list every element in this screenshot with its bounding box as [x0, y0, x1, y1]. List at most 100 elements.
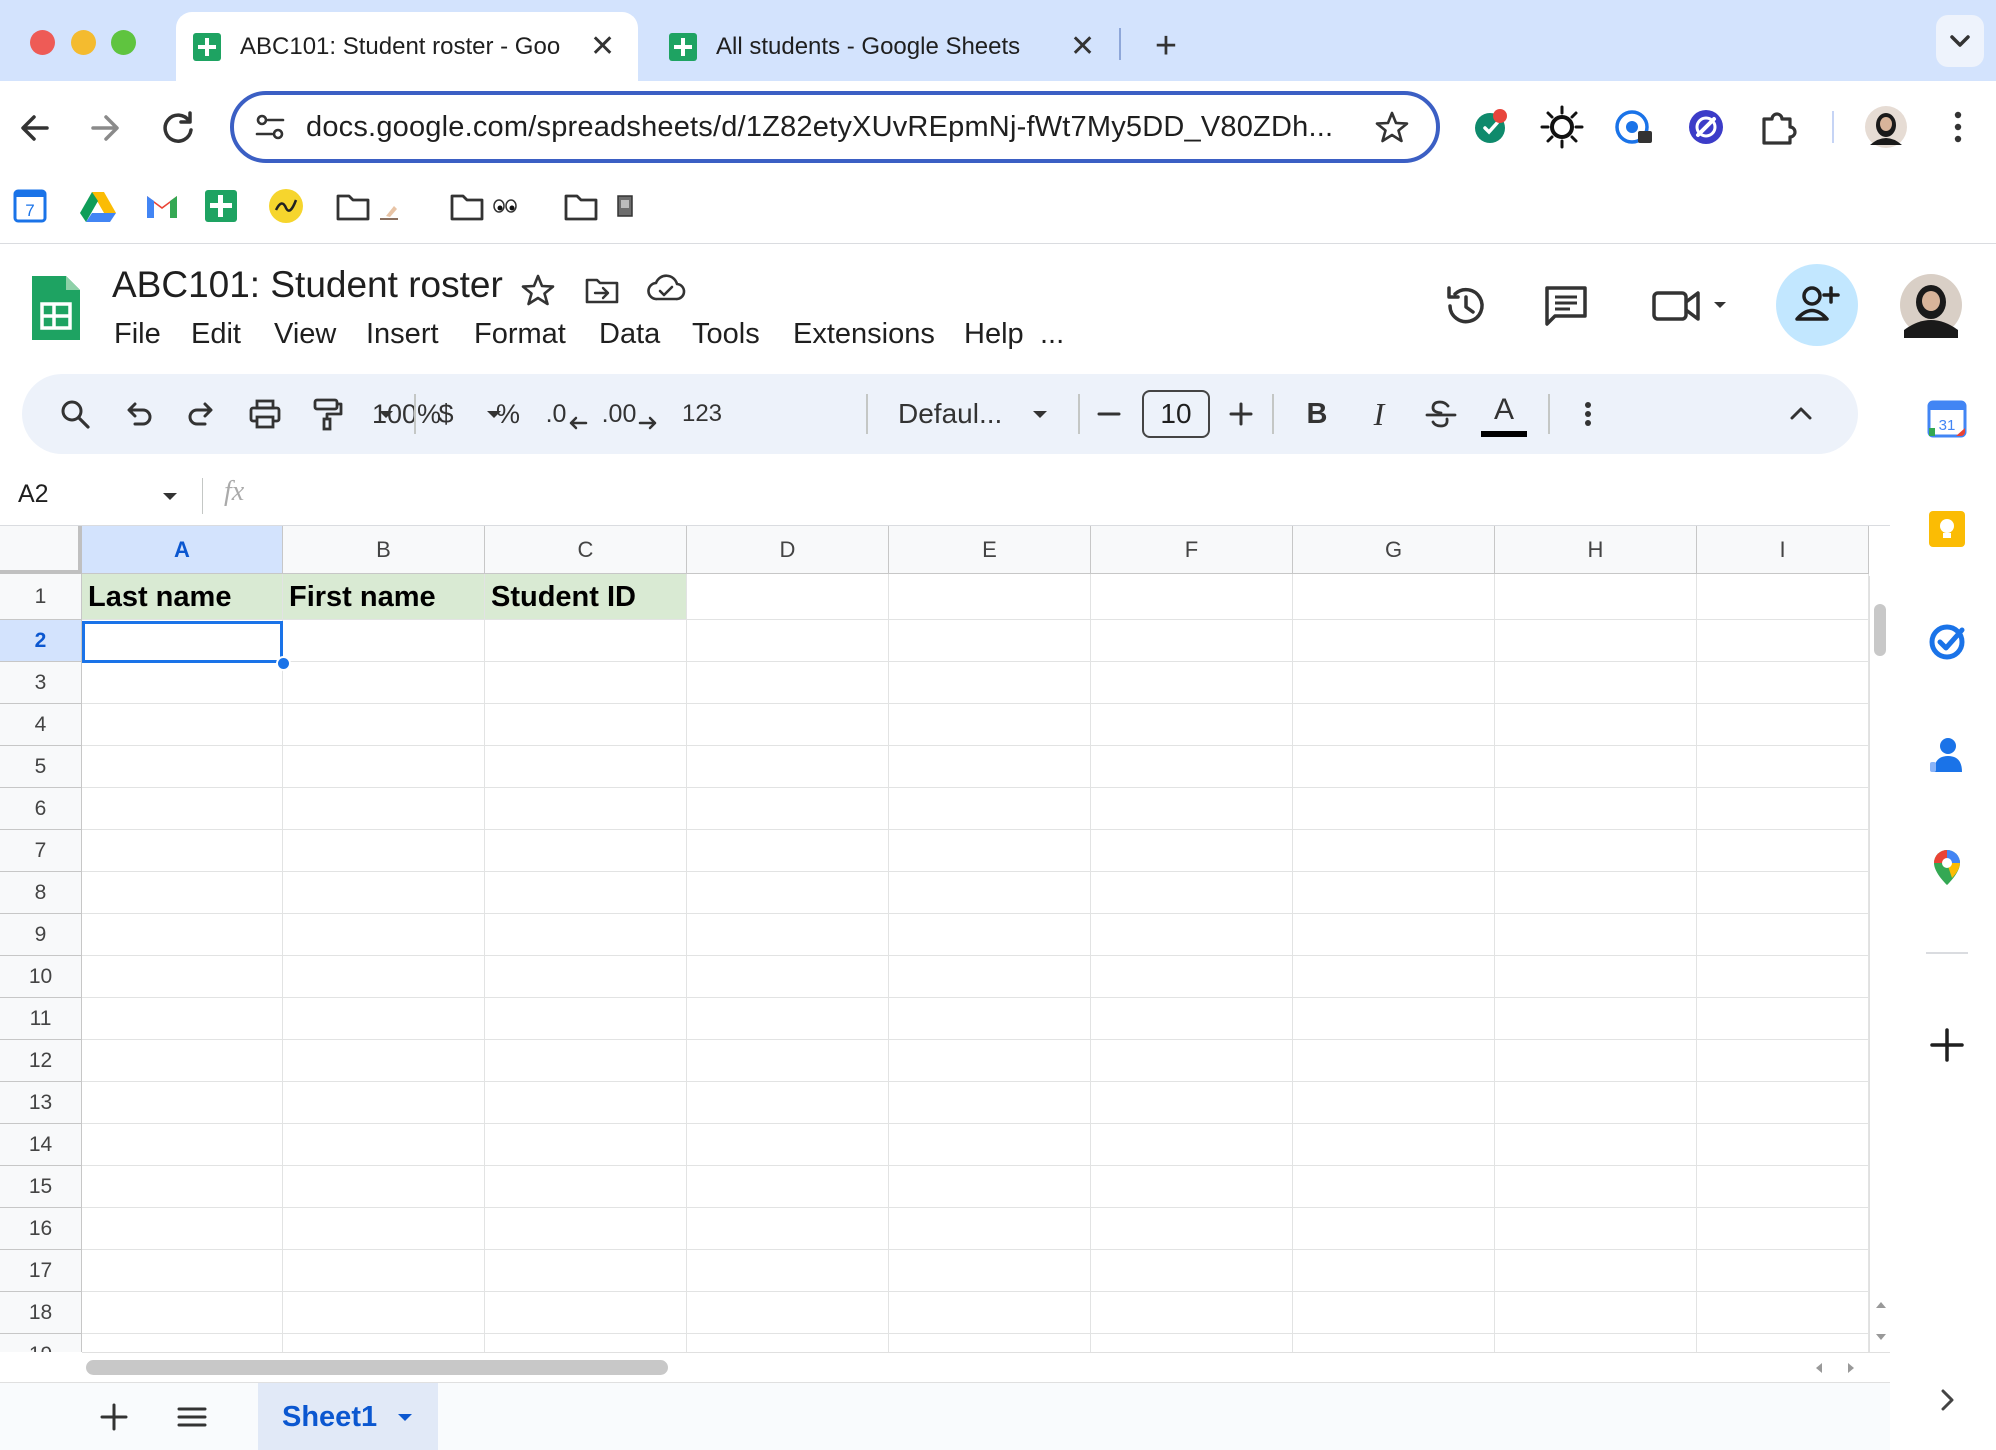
star-icon[interactable] — [1374, 109, 1410, 145]
cell-a17[interactable] — [82, 1250, 283, 1292]
row-header-12[interactable]: 12 — [0, 1040, 82, 1082]
cell-h14[interactable] — [1495, 1124, 1697, 1166]
name-box-caret-icon[interactable] — [160, 486, 180, 506]
cell-f11[interactable] — [1091, 998, 1293, 1040]
row-header-15[interactable]: 15 — [0, 1166, 82, 1208]
menu-help[interactable]: Help — [964, 318, 1024, 351]
menu-edit[interactable]: Edit — [191, 318, 241, 351]
cell-f1[interactable] — [1091, 574, 1293, 620]
cell-i4[interactable] — [1697, 704, 1869, 746]
more-vertical-icon[interactable] — [1934, 103, 1982, 151]
grammar-extension-icon[interactable] — [1466, 103, 1514, 151]
maps-side-icon[interactable] — [1926, 846, 1968, 888]
keep-side-icon[interactable] — [1926, 508, 1968, 550]
cell-d19[interactable] — [687, 1334, 889, 1352]
bookmark-folder-2[interactable] — [448, 186, 528, 226]
cell-d14[interactable] — [687, 1124, 889, 1166]
cell-b10[interactable] — [283, 956, 485, 998]
address-bar[interactable]: docs.google.com/spreadsheets/d/1Z82etyXU… — [230, 91, 1440, 163]
close-icon[interactable]: ✕ — [1070, 29, 1095, 64]
scroll-down-icon[interactable] — [1874, 1330, 1888, 1344]
back-button[interactable] — [10, 103, 60, 153]
cell-d1[interactable] — [687, 574, 889, 620]
cell-c8[interactable] — [485, 872, 687, 914]
cell-h1[interactable] — [1495, 574, 1697, 620]
menu-view[interactable]: View — [274, 318, 336, 351]
cell-i16[interactable] — [1697, 1208, 1869, 1250]
cell-g14[interactable] — [1293, 1124, 1495, 1166]
bold-button[interactable]: B — [1294, 374, 1340, 454]
cell-i18[interactable] — [1697, 1292, 1869, 1334]
row-header-2[interactable]: 2 — [0, 620, 82, 662]
cell-b13[interactable] — [283, 1082, 485, 1124]
cell-d11[interactable] — [687, 998, 889, 1040]
cell-e3[interactable] — [889, 662, 1091, 704]
cell-a1[interactable]: Last name — [82, 574, 283, 620]
row-header-16[interactable]: 16 — [0, 1208, 82, 1250]
cell-g16[interactable] — [1293, 1208, 1495, 1250]
cell-b9[interactable] — [283, 914, 485, 956]
tab-search-button[interactable] — [1936, 15, 1984, 67]
cell-b14[interactable] — [283, 1124, 485, 1166]
cell-e6[interactable] — [889, 788, 1091, 830]
vertical-scroll-thumb[interactable] — [1874, 604, 1886, 656]
cell-a19[interactable] — [82, 1334, 283, 1352]
comments-icon[interactable] — [1540, 280, 1592, 332]
cell-a12[interactable] — [82, 1040, 283, 1082]
row-header-14[interactable]: 14 — [0, 1124, 82, 1166]
window-close-button[interactable] — [30, 30, 55, 55]
row-header-5[interactable]: 5 — [0, 746, 82, 788]
row-header-13[interactable]: 13 — [0, 1082, 82, 1124]
cell-a9[interactable] — [82, 914, 283, 956]
column-header-c[interactable]: C — [485, 526, 687, 574]
font-size-input[interactable]: 10 — [1142, 390, 1210, 438]
cell-d16[interactable] — [687, 1208, 889, 1250]
scribble-bookmark-icon[interactable] — [266, 186, 306, 226]
cell-a15[interactable] — [82, 1166, 283, 1208]
hide-menus-button[interactable] — [1778, 374, 1824, 454]
cell-g13[interactable] — [1293, 1082, 1495, 1124]
cell-f7[interactable] — [1091, 830, 1293, 872]
undo-button[interactable] — [116, 374, 162, 454]
browser-tab-roster[interactable]: ABC101: Student roster - Goo ✕ — [176, 12, 638, 81]
profile-avatar[interactable] — [1862, 103, 1910, 151]
cell-a6[interactable] — [82, 788, 283, 830]
column-header-a[interactable]: A — [82, 526, 283, 574]
cell-i8[interactable] — [1697, 872, 1869, 914]
increase-font-size-button[interactable] — [1218, 374, 1264, 454]
cell-h7[interactable] — [1495, 830, 1697, 872]
cell-i12[interactable] — [1697, 1040, 1869, 1082]
cell-i17[interactable] — [1697, 1250, 1869, 1292]
scroll-right-icon[interactable] — [1844, 1361, 1858, 1375]
menu-format[interactable]: Format — [474, 318, 566, 351]
cell-c19[interactable] — [485, 1334, 687, 1352]
column-header-g[interactable]: G — [1293, 526, 1495, 574]
menu-data[interactable]: Data — [599, 318, 660, 351]
formula-input[interactable] — [270, 472, 1860, 520]
cell-e5[interactable] — [889, 746, 1091, 788]
star-icon[interactable] — [520, 272, 556, 308]
cell-d18[interactable] — [687, 1292, 889, 1334]
password-extension-icon[interactable] — [1610, 103, 1658, 151]
cell-h9[interactable] — [1495, 914, 1697, 956]
cell-g4[interactable] — [1293, 704, 1495, 746]
redo-button[interactable] — [178, 374, 224, 454]
cell-g17[interactable] — [1293, 1250, 1495, 1292]
decrease-decimal-button[interactable]: .0 — [540, 374, 596, 454]
row-header-8[interactable]: 8 — [0, 872, 82, 914]
cell-d9[interactable] — [687, 914, 889, 956]
account-avatar[interactable] — [1898, 272, 1964, 338]
row-header-7[interactable]: 7 — [0, 830, 82, 872]
cell-c17[interactable] — [485, 1250, 687, 1292]
bookmark-folder-3[interactable] — [562, 186, 642, 226]
cell-f2[interactable] — [1091, 620, 1293, 662]
cell-b16[interactable] — [283, 1208, 485, 1250]
cell-a7[interactable] — [82, 830, 283, 872]
cell-d7[interactable] — [687, 830, 889, 872]
sun-extension-icon[interactable] — [1538, 103, 1586, 151]
cell-f14[interactable] — [1091, 1124, 1293, 1166]
bookmark-folder-1[interactable] — [334, 186, 418, 226]
browser-tab-all-students[interactable]: All students - Google Sheets ✕ — [652, 12, 1102, 81]
cell-f6[interactable] — [1091, 788, 1293, 830]
puzzle-icon[interactable] — [1754, 103, 1802, 151]
